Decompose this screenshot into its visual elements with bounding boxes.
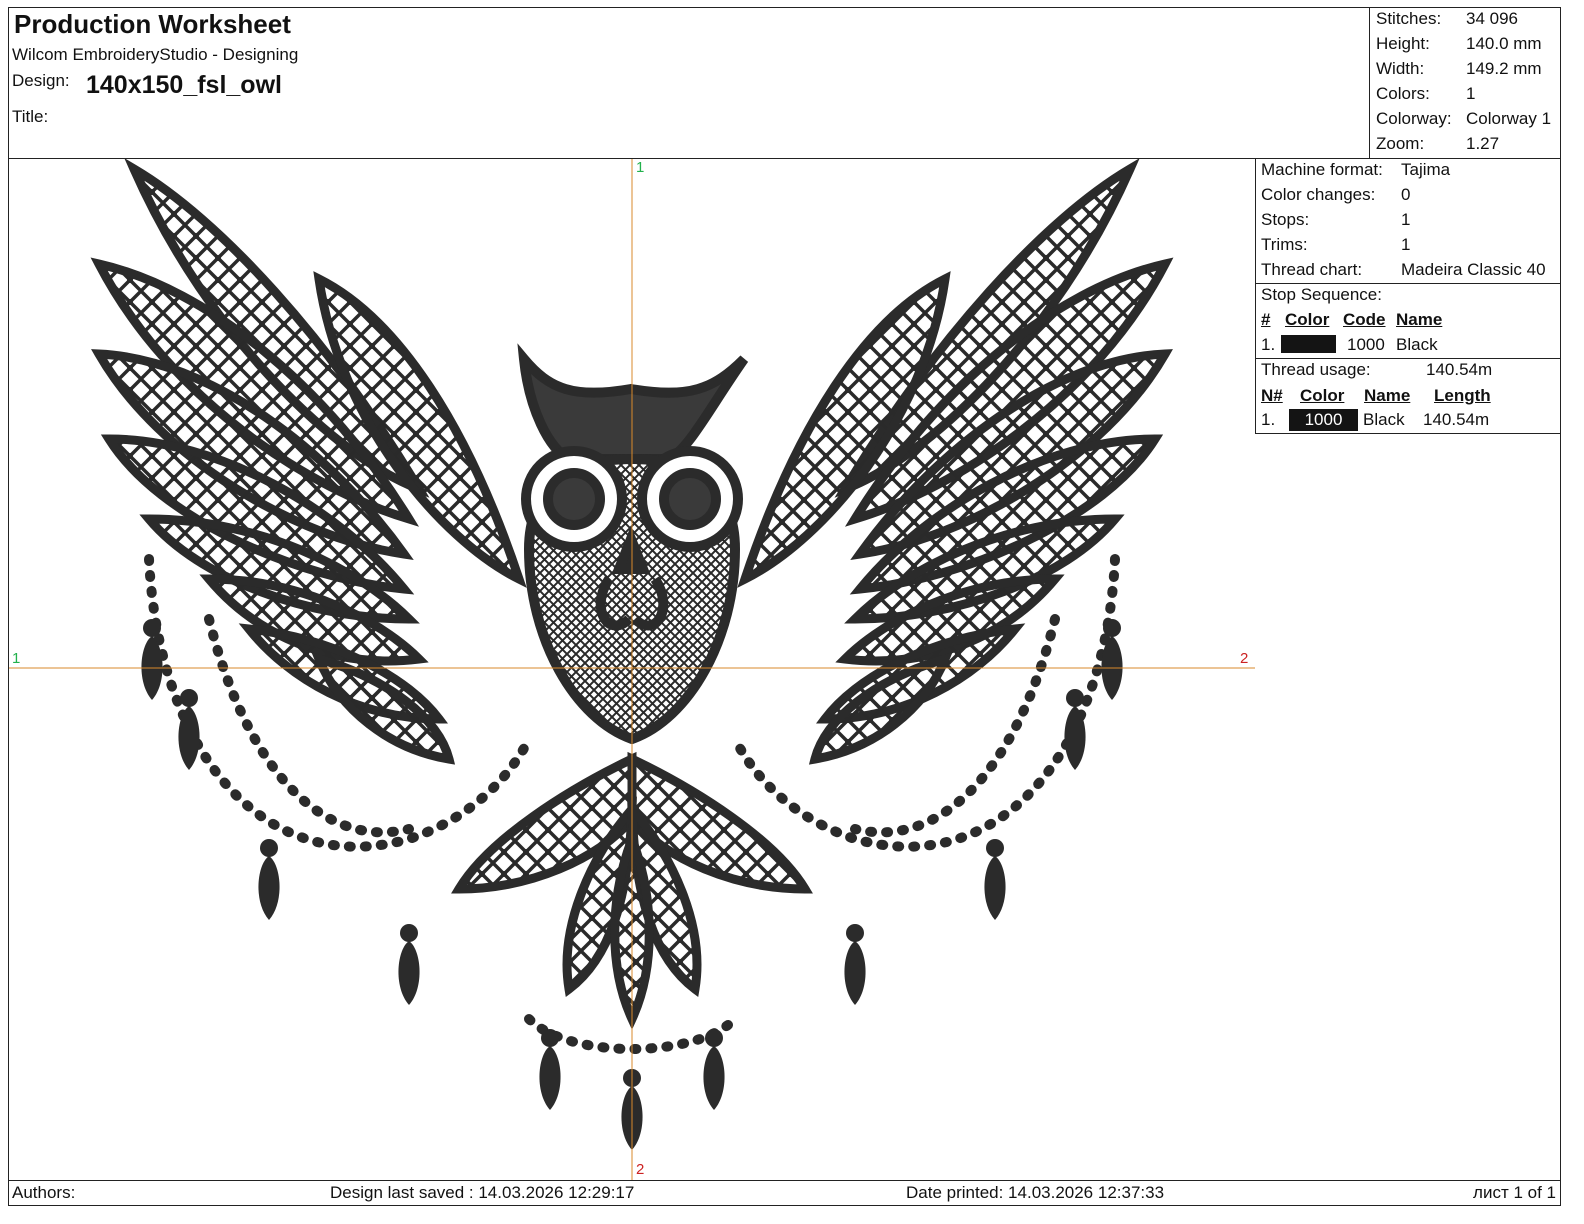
stop-sequence-divider — [1256, 283, 1561, 284]
machine-format-value: Tajima — [1401, 160, 1451, 179]
thread-usage-label: Thread usage: — [1261, 360, 1371, 379]
stop-seq-header-code: Code — [1343, 310, 1386, 329]
title-label: Title: — [12, 107, 49, 126]
thread-header-num: N# — [1261, 386, 1283, 405]
thread-chart-label: Thread chart: — [1261, 260, 1363, 279]
thread-row-name: Black — [1363, 410, 1405, 429]
stop-seq-row-name: Black — [1396, 335, 1438, 354]
stat-colors-value: 1 — [1466, 84, 1476, 103]
stops-value: 1 — [1401, 210, 1411, 229]
thread-chart-value: Madeira Classic 40 — [1401, 260, 1546, 279]
authors-label: Authors: — [12, 1183, 76, 1202]
stat-zoom-label: Zoom: — [1376, 134, 1425, 153]
axis-label-right: 2 — [1240, 650, 1249, 667]
stat-colorway-value: Colorway 1 — [1466, 109, 1552, 128]
machine-format-label: Machine format: — [1261, 160, 1383, 179]
stop-seq-header-num: # — [1261, 310, 1271, 329]
page-number: лист 1 of 1 — [1473, 1183, 1556, 1202]
stat-stitches-value: 34 096 — [1466, 9, 1518, 28]
stop-seq-row-code: 1000 — [1347, 335, 1385, 354]
thread-header-length: Length — [1434, 386, 1491, 405]
stop-seq-header-name: Name — [1396, 310, 1443, 329]
stat-colorway-label: Colorway: — [1376, 109, 1452, 128]
stat-zoom-value: 1.27 — [1466, 134, 1500, 153]
axis-label-top: 1 — [636, 159, 645, 176]
stat-width-value: 149.2 mm — [1466, 59, 1542, 78]
trims-value: 1 — [1401, 235, 1411, 254]
stop-sequence-title: Stop Sequence: — [1261, 285, 1382, 304]
stop-seq-row-num: 1. — [1261, 335, 1276, 354]
design-preview: 1 1 2 2 — [9, 158, 1255, 1180]
thread-row-num: 1. — [1261, 410, 1276, 429]
printed-date: Date printed: 14.03.2026 12:37:33 — [906, 1183, 1165, 1202]
worksheet-title: Production Worksheet — [14, 9, 291, 39]
stat-stitches-label: Stitches: — [1376, 9, 1442, 28]
design-name: 140x150_fsl_owl — [86, 71, 282, 99]
owl-embroidery-image — [9, 158, 1255, 1180]
thread-header-name: Name — [1364, 386, 1411, 405]
design-label: Design: — [12, 71, 70, 90]
stat-colors-label: Colors: — [1376, 84, 1430, 103]
thread-header-color: Color — [1300, 386, 1345, 405]
thread-usage-divider — [1256, 358, 1561, 359]
stop-seq-color-swatch — [1281, 335, 1336, 353]
last-saved-date: Design last saved : 14.03.2026 12:29:17 — [330, 1183, 635, 1202]
software-name: Wilcom EmbroideryStudio - Designing — [12, 45, 299, 64]
stops-label: Stops: — [1261, 210, 1310, 229]
design-stats-panel: Stitches: 34 096 Height: 140.0 mm Width:… — [1369, 7, 1561, 159]
stat-height-value: 140.0 mm — [1466, 34, 1542, 53]
color-changes-value: 0 — [1401, 185, 1411, 204]
thread-usage-value: 140.54m — [1426, 360, 1493, 379]
footer-divider — [8, 1180, 1561, 1181]
axis-label-bottom: 2 — [636, 1161, 645, 1178]
stat-width-label: Width: — [1376, 59, 1425, 78]
thread-color-code: 1000 — [1304, 410, 1343, 429]
owl-body — [517, 343, 749, 745]
stat-height-label: Height: — [1376, 34, 1430, 53]
axis-label-left: 1 — [12, 650, 21, 667]
color-changes-label: Color changes: — [1261, 185, 1376, 204]
thread-row-length: 140.54m — [1423, 410, 1490, 429]
trims-label: Trims: — [1261, 235, 1308, 254]
stop-seq-header-color: Color — [1285, 310, 1330, 329]
machine-info-panel: Machine format: Tajima Color changes: 0 … — [1255, 158, 1561, 434]
